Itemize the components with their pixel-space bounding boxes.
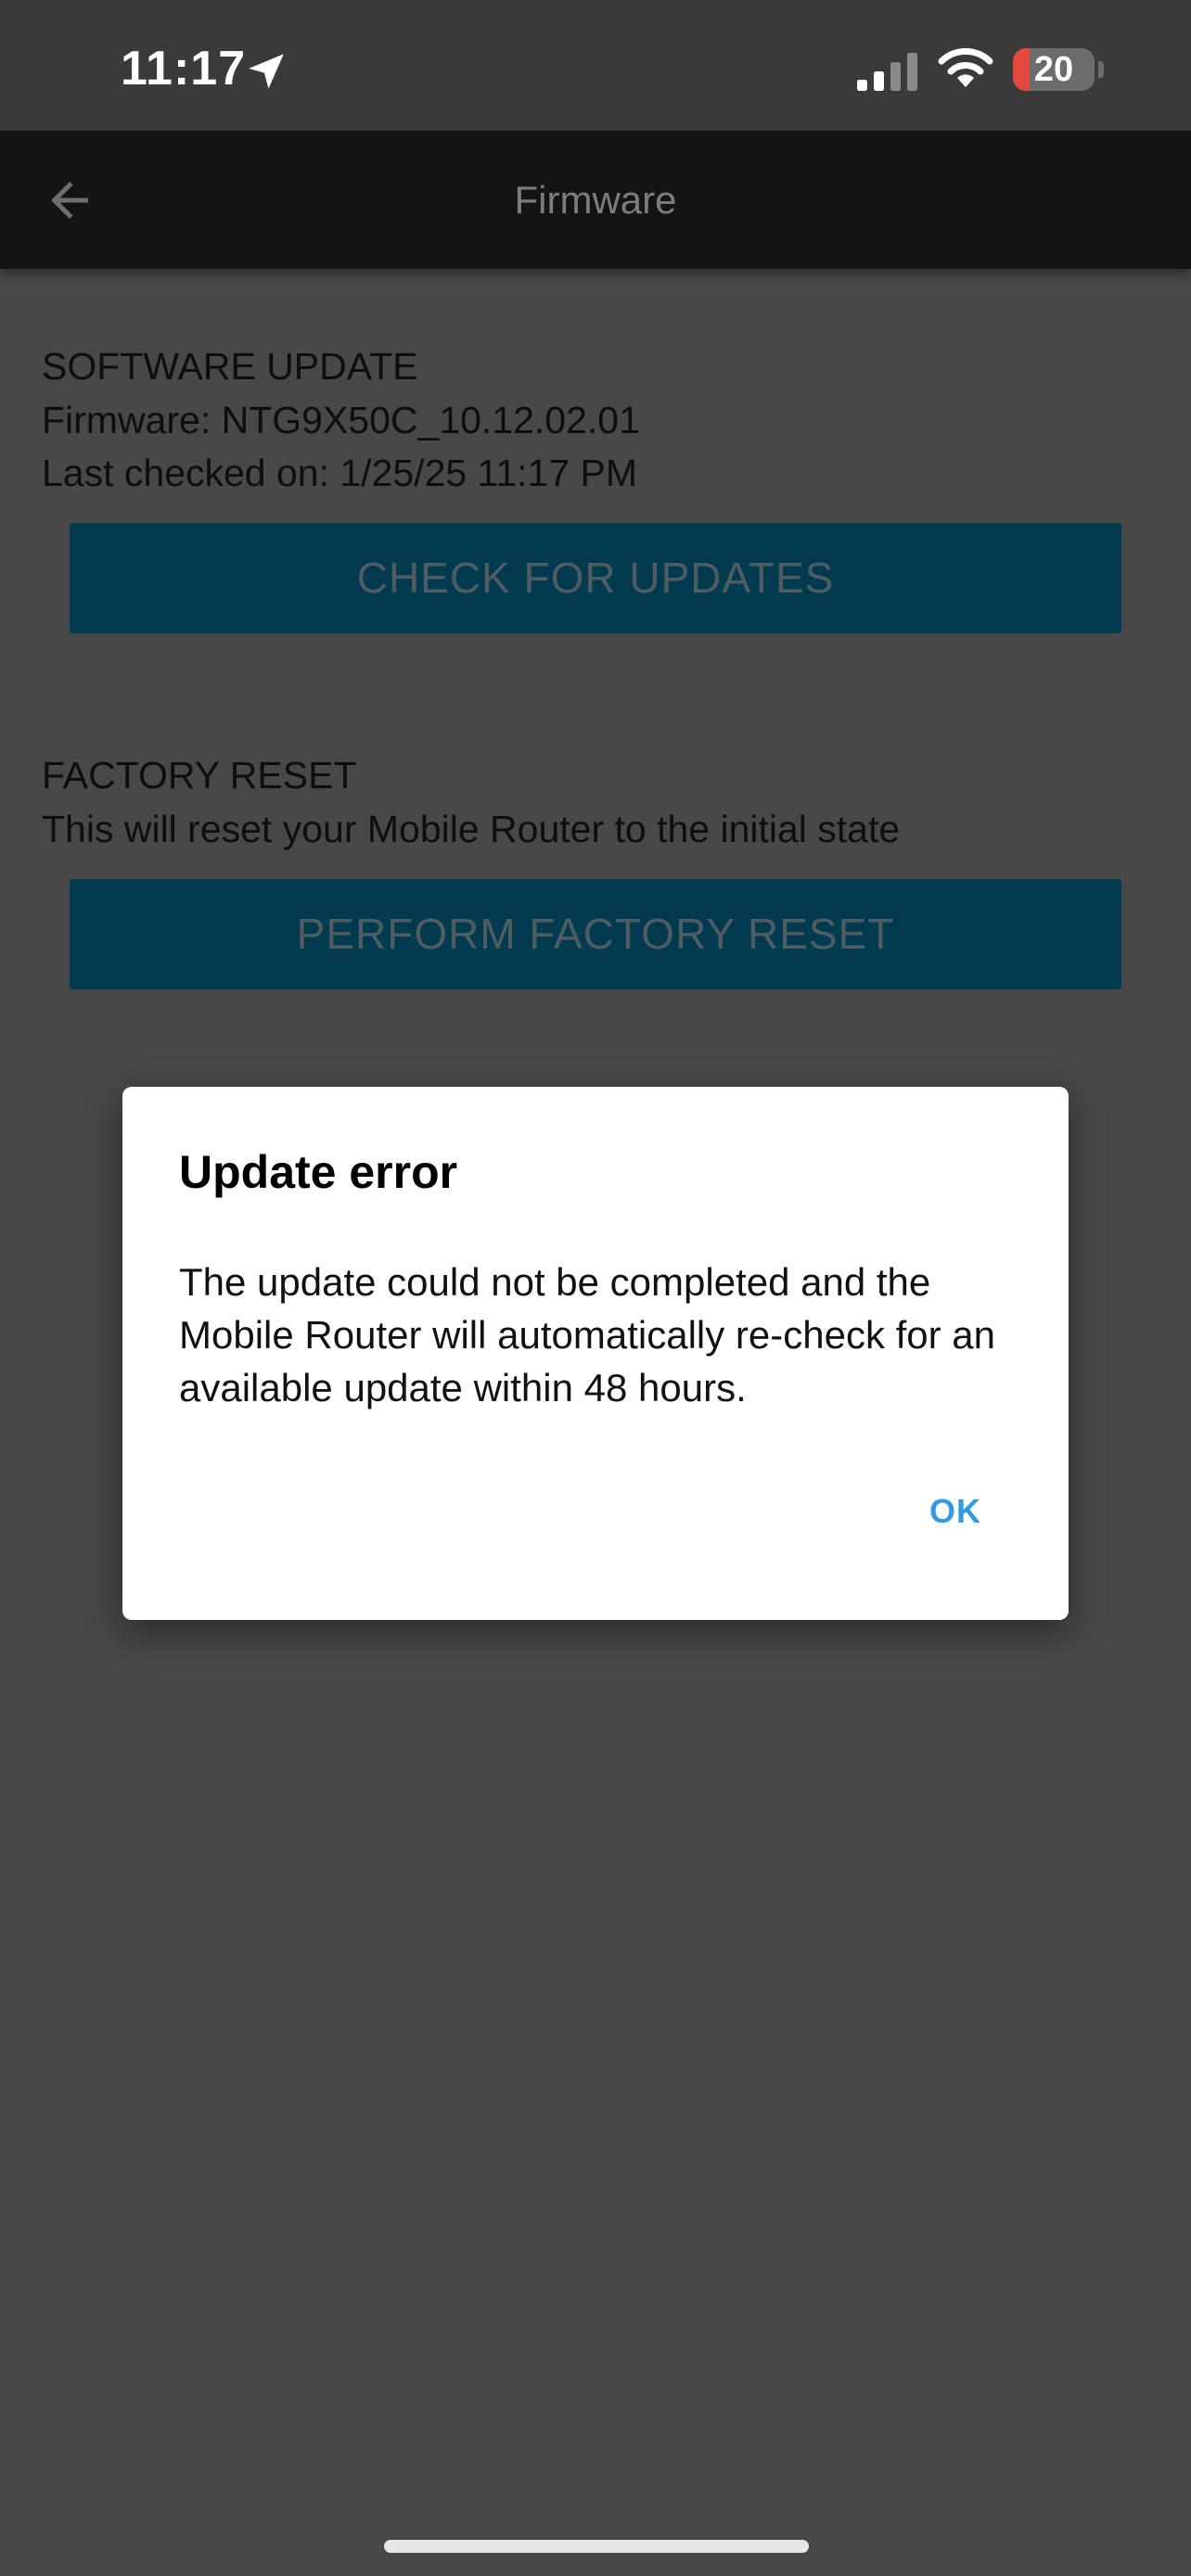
ok-button[interactable]: OK bbox=[926, 1484, 985, 1539]
location-arrow-icon bbox=[249, 54, 284, 89]
app-bar: Firmware bbox=[0, 131, 1191, 269]
home-indicator[interactable] bbox=[384, 2540, 809, 2553]
status-bar: 11:17 20 bbox=[0, 0, 1191, 131]
dialog-message: The update could not be completed and th… bbox=[179, 1260, 996, 1409]
check-for-updates-button[interactable]: CHECK FOR UPDATES bbox=[70, 523, 1121, 633]
software-update-heading: SOFTWARE UPDATE bbox=[42, 345, 418, 388]
battery-cap bbox=[1098, 61, 1104, 78]
update-error-dialog: Update error The update could not be com… bbox=[122, 1087, 1069, 1620]
factory-reset-description: This will reset your Mobile Router to th… bbox=[42, 808, 901, 850]
cellular-signal-icon bbox=[857, 53, 917, 91]
page-title: Firmware bbox=[514, 178, 677, 222]
battery-percent: 20 bbox=[1033, 50, 1074, 89]
status-time: 11:17 bbox=[121, 42, 247, 96]
firmware-version-text: Firmware: NTG9X50C_10.12.02.01 bbox=[42, 399, 640, 441]
wifi-icon bbox=[938, 47, 993, 87]
perform-factory-reset-button[interactable]: PERFORM FACTORY RESET bbox=[70, 879, 1121, 989]
dialog-title: Update error bbox=[179, 1146, 458, 1198]
battery-icon: 20 bbox=[1013, 48, 1095, 91]
factory-reset-heading: FACTORY RESET bbox=[42, 754, 357, 797]
last-checked-text: Last checked on: 1/25/25 11:17 PM bbox=[42, 452, 638, 494]
